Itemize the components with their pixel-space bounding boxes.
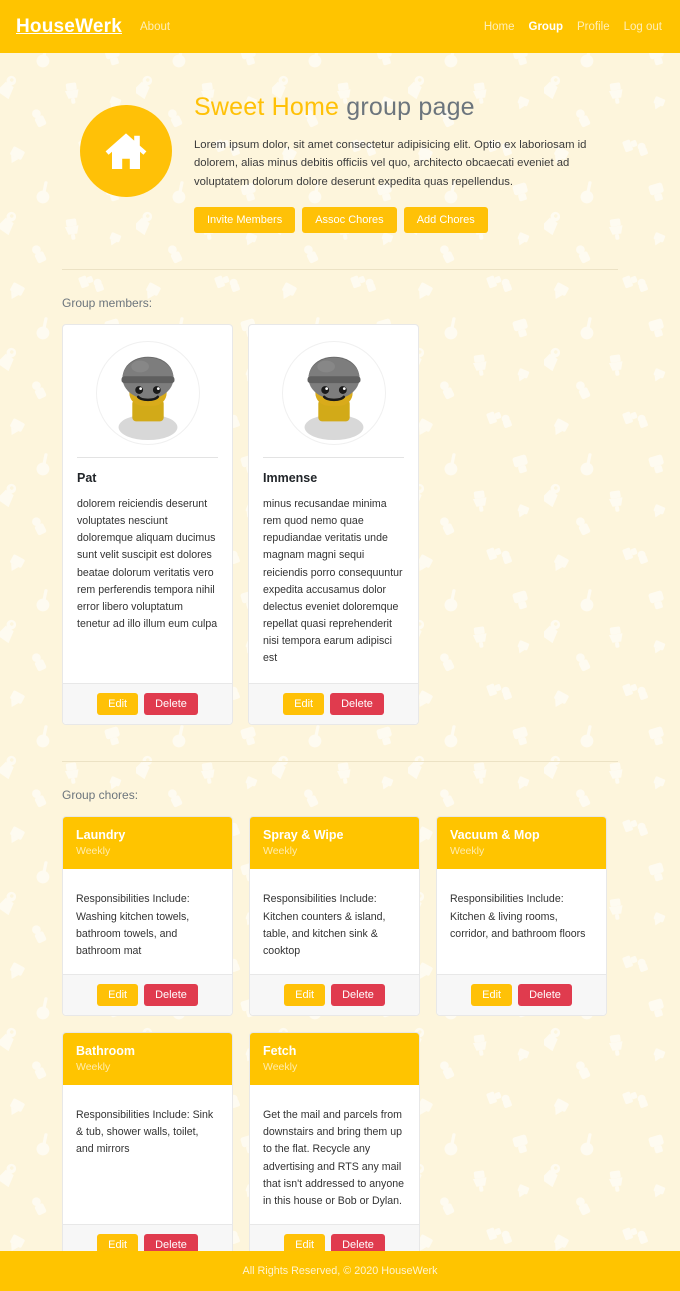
edit-chore-button[interactable]: Edit [284,984,326,1007]
home-icon [102,127,150,175]
navbar-left-group: HouseWerk About [16,16,170,38]
edit-chore-button[interactable]: Edit [97,984,139,1007]
chore-card: Vacuum & Mop Weekly Responsibilities Inc… [436,816,607,1017]
chore-card-header: Fetch Weekly [250,1033,419,1086]
chore-card-footer: Edit Delete [63,974,232,1016]
delete-member-button[interactable]: Delete [330,693,384,716]
chore-card-footer: Edit Delete [437,974,606,1016]
group-members-section: Group members: Pat dolorem reiciendis de… [62,296,618,726]
navbar-right-group: Home Group Profile Log out [484,21,662,33]
member-card-footer: Edit Delete [249,683,418,725]
add-chores-button[interactable]: Add Chores [403,206,488,233]
chore-card-footer: Edit Delete [250,974,419,1016]
nav-link-home[interactable]: Home [484,21,515,33]
chore-name: Vacuum & Mop [450,828,540,843]
hero-description: Lorem ipsum dolor, sit amet consectetur … [194,139,587,188]
member-card-grid: Pat dolorem reiciendis deserunt voluptat… [62,323,618,726]
chore-card-body: Responsibilities Include: Washing kitche… [63,869,232,974]
group-chores-label: Group chores: [62,788,139,803]
top-navbar: HouseWerk About Home Group Profile Log o… [0,0,680,53]
page-title-accent: Sweet Home [194,93,340,121]
member-card: Pat dolorem reiciendis deserunt voluptat… [62,323,233,726]
hero-text-block: Sweet Home group page Lorem ipsum dolor,… [194,89,618,233]
group-chores-section: Group chores: Laundry Weekly Responsibil… [62,788,618,1267]
hero-action-buttons: Invite Members Assoc Chores Add Chores [194,206,618,233]
chore-card-body: Get the mail and parcels from downstairs… [250,1085,419,1224]
edit-member-button[interactable]: Edit [97,693,139,716]
delete-chore-button[interactable]: Delete [518,984,572,1007]
chore-card: Spray & Wipe Weekly Responsibilities Inc… [249,816,420,1017]
chore-card-header: Vacuum & Mop Weekly [437,817,606,870]
brand-logo[interactable]: HouseWerk [16,16,122,38]
chore-card: Laundry Weekly Responsibilities Include:… [62,816,233,1017]
nav-link-logout[interactable]: Log out [624,21,662,33]
chore-card-header: Laundry Weekly [63,817,232,870]
nav-link-profile[interactable]: Profile [577,21,610,33]
chore-frequency: Weekly [76,1061,111,1074]
chore-name: Bathroom [76,1044,136,1059]
avatar [281,340,386,445]
edit-chore-button[interactable]: Edit [471,984,513,1007]
chore-card-body: Responsibilities Include: Kitchen & livi… [437,869,606,974]
chore-description: Responsibilities Include: Kitchen & livi… [450,893,586,940]
member-card-body: Pat dolorem reiciendis deserunt voluptat… [63,458,232,684]
chore-name: Laundry [76,828,126,843]
chore-card: Fetch Weekly Get the mail and parcels fr… [249,1032,420,1267]
group-members-label: Group members: [62,295,153,310]
member-bio: dolorem reiciendis deserunt voluptates n… [77,497,218,630]
chore-description: Responsibilities Include: Washing kitche… [76,893,190,957]
delete-chore-button[interactable]: Delete [144,984,198,1007]
chore-frequency: Weekly [263,1061,298,1074]
members-divider [62,761,618,763]
chore-card-header: Bathroom Weekly [63,1033,232,1086]
chore-frequency: Weekly [76,845,111,858]
delete-member-button[interactable]: Delete [144,693,198,716]
nav-link-group[interactable]: Group [529,21,564,33]
member-bio: minus recusandae minima rem quod nemo qu… [263,497,403,665]
avatar [95,340,200,445]
member-name: Immense [263,470,318,485]
chore-card-body: Responsibilities Include: Kitchen counte… [250,869,419,974]
member-card-body: Immense minus recusandae minima rem quod… [249,458,418,684]
home-icon-badge [80,105,172,197]
chore-name: Fetch [263,1044,297,1059]
group-hero: Sweet Home group page Lorem ipsum dolor,… [62,53,618,233]
chore-card-grid: Laundry Weekly Responsibilities Include:… [62,816,618,1267]
member-avatar-wrap [249,325,418,445]
member-name: Pat [77,470,97,485]
edit-member-button[interactable]: Edit [283,693,325,716]
chore-card-header: Spray & Wipe Weekly [250,817,419,870]
chore-name: Spray & Wipe [263,828,344,843]
member-avatar-wrap [63,325,232,445]
hero-divider [62,268,618,270]
invite-members-button[interactable]: Invite Members [194,206,296,233]
member-card-footer: Edit Delete [63,683,232,725]
nav-link-about[interactable]: About [140,21,170,33]
chore-description: Get the mail and parcels from downstairs… [263,1109,405,1207]
assoc-chores-button[interactable]: Assoc Chores [302,206,397,233]
page-title-rest: group page [339,93,475,121]
chore-frequency: Weekly [263,845,298,858]
chore-description: Responsibilities Include: Sink & tub, sh… [76,1109,214,1156]
chore-card-body: Responsibilities Include: Sink & tub, sh… [63,1085,232,1224]
footer-copyright: All Rights Reserved, © 2020 HouseWerk [242,1265,438,1277]
page-title: Sweet Home group page [194,93,618,122]
chore-frequency: Weekly [450,845,485,858]
page-footer: All Rights Reserved, © 2020 HouseWerk [0,1251,680,1291]
member-card: Immense minus recusandae minima rem quod… [248,323,419,726]
chore-description: Responsibilities Include: Kitchen counte… [263,893,386,957]
page-container: Sweet Home group page Lorem ipsum dolor,… [0,53,680,1290]
chore-card: Bathroom Weekly Responsibilities Include… [62,1032,233,1267]
delete-chore-button[interactable]: Delete [331,984,385,1007]
